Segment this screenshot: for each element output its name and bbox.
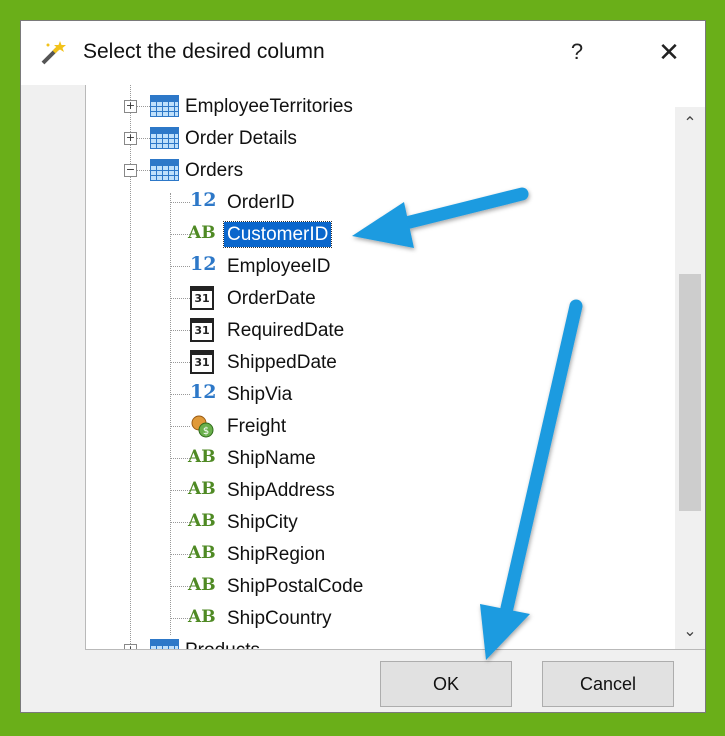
table-icon (150, 127, 179, 149)
column-label: Freight (227, 416, 287, 437)
column-item-shipname[interactable]: AB ShipName (86, 443, 646, 473)
ok-button[interactable]: OK (380, 661, 512, 707)
column-item-employeeid[interactable]: 12 EmployeeID (86, 251, 646, 281)
column-label: ShippedDate (227, 352, 337, 373)
column-item-orderid[interactable]: 12 OrderID (86, 187, 646, 217)
tree-item-employeeterritories[interactable]: + EmployeeTerritories (86, 91, 646, 121)
column-label: RequiredDate (227, 320, 345, 341)
column-label: ShipAddress (227, 480, 335, 501)
table-icon (150, 159, 179, 181)
text-type-icon: AB (188, 479, 216, 499)
number-type-icon: 12 (190, 381, 217, 403)
tree-item-order-details[interactable]: + Order Details (86, 123, 646, 153)
column-label: EmployeeID (227, 256, 331, 277)
help-button[interactable]: ? (557, 35, 597, 69)
column-label: OrderDate (227, 288, 316, 309)
text-type-icon: AB (188, 575, 216, 595)
text-type-icon: AB (188, 543, 216, 563)
calendar-icon: 31 (190, 286, 214, 310)
column-item-customerid[interactable]: AB CustomerID (86, 219, 646, 249)
text-type-icon: AB (188, 223, 216, 243)
column-item-shipcountry[interactable]: AB ShipCountry (86, 603, 646, 633)
column-item-shipvia[interactable]: 12 ShipVia (86, 379, 646, 409)
column-label: ShipVia (227, 384, 293, 405)
scroll-up-icon[interactable]: ⌃ (675, 107, 705, 141)
close-button[interactable]: ✕ (649, 35, 689, 69)
title-bar: Select the desired column ? ✕ (21, 21, 705, 85)
tree-item-label: Order Details (185, 128, 297, 149)
tree-item-label: Orders (185, 160, 244, 181)
magic-wand-icon (41, 41, 66, 65)
column-label-selected: CustomerID (222, 221, 333, 248)
money-icon: $ (191, 415, 214, 438)
table-icon (150, 639, 179, 649)
calendar-icon: 31 (190, 318, 214, 342)
tree-item-orders[interactable]: − Orders (86, 155, 646, 185)
tree-item-label: Products (182, 638, 263, 649)
svg-text:$: $ (203, 426, 209, 437)
vertical-scrollbar[interactable]: ⌃ ⌄ (675, 107, 705, 649)
collapse-icon[interactable]: − (124, 164, 137, 177)
column-item-shippostalcode[interactable]: AB ShipPostalCode (86, 571, 646, 601)
column-label: ShipPostalCode (227, 576, 364, 597)
scrollbar-thumb[interactable] (679, 273, 701, 511)
column-item-shipaddress[interactable]: AB ShipAddress (86, 475, 646, 505)
text-type-icon: AB (188, 607, 216, 627)
number-type-icon: 12 (190, 189, 217, 211)
tree-item-label: EmployeeTerritories (185, 96, 353, 117)
table-icon (150, 95, 179, 117)
column-label: ShipName (227, 448, 316, 469)
dialog-title: Select the desired column (83, 40, 325, 63)
text-type-icon: AB (188, 511, 216, 531)
tree-item-products[interactable]: + Products (86, 635, 646, 649)
text-type-icon: AB (188, 447, 216, 467)
column-item-shipregion[interactable]: AB ShipRegion (86, 539, 646, 569)
expand-icon[interactable]: + (124, 132, 137, 145)
column-label: ShipCity (227, 512, 298, 533)
column-item-shipcity[interactable]: AB ShipCity (86, 507, 646, 537)
cancel-button[interactable]: Cancel (542, 661, 674, 707)
column-tree[interactable]: + EmployeeTerritories + Order Details − … (85, 85, 705, 650)
column-label: ShipCountry (227, 608, 332, 629)
calendar-icon: 31 (190, 350, 214, 374)
select-column-dialog: Select the desired column ? ✕ + Employee… (20, 20, 706, 713)
column-item-freight[interactable]: $ Freight (86, 411, 646, 441)
column-label: OrderID (227, 192, 295, 213)
scroll-down-icon[interactable]: ⌄ (675, 615, 705, 649)
expand-icon[interactable]: + (124, 100, 137, 113)
number-type-icon: 12 (190, 253, 217, 275)
column-label: ShipRegion (227, 544, 326, 565)
column-item-requireddate[interactable]: 31 RequiredDate (86, 315, 646, 345)
expand-icon[interactable]: + (124, 644, 137, 649)
column-item-shippeddate[interactable]: 31 ShippedDate (86, 347, 646, 377)
column-item-orderdate[interactable]: 31 OrderDate (86, 283, 646, 313)
